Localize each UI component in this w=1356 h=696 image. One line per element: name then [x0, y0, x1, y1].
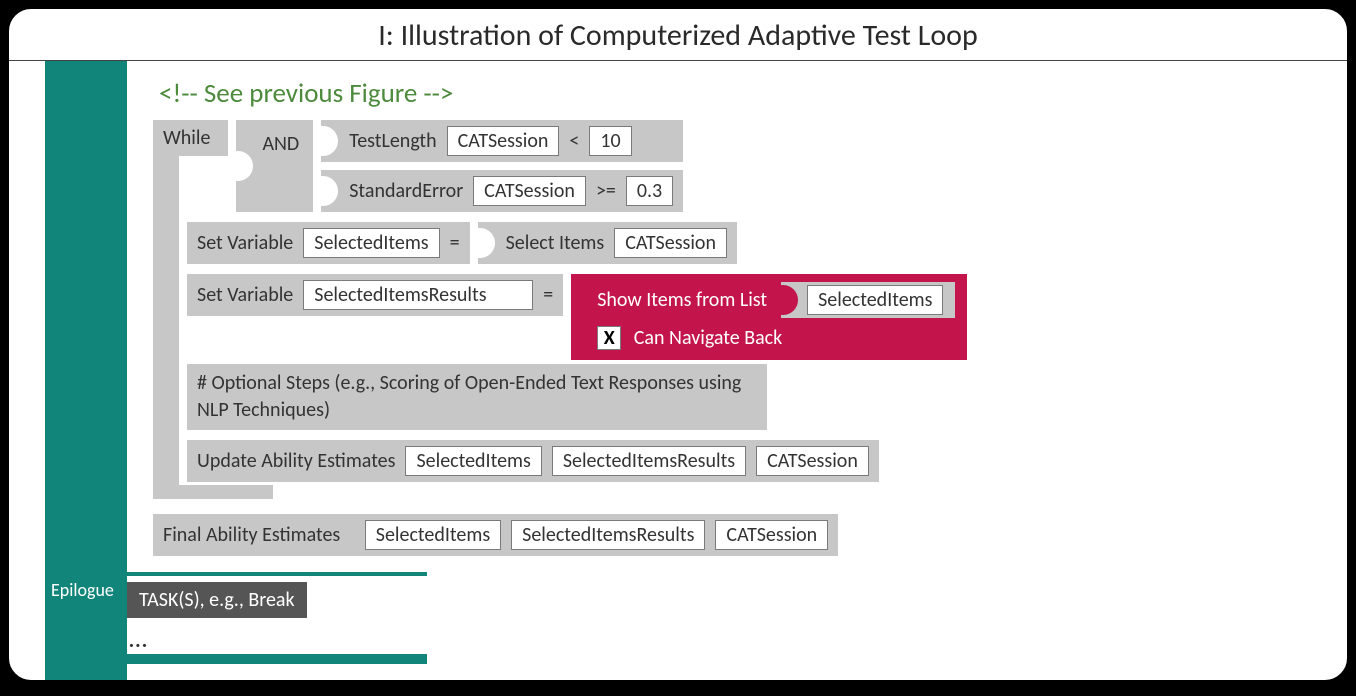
- setvar-label-1: Set Variable: [197, 231, 293, 255]
- optional-steps-block: # Optional Steps (e.g., Scoring of Open-…: [187, 364, 767, 430]
- can-navigate-row: X Can Navigate Back: [597, 326, 955, 350]
- val-03: 0.3: [626, 176, 673, 206]
- op-gte: >=: [596, 179, 616, 203]
- setvar-name-1: SelectedItems: [303, 228, 439, 258]
- setvar-name-2: SelectedItemsResults: [303, 280, 533, 310]
- val-10: 10: [589, 126, 631, 156]
- fn-standarderror: StandardError: [349, 179, 463, 203]
- set-results-row: Set Variable SelectedItemsResults = Show…: [187, 274, 1335, 360]
- setvar-block-2: Set Variable SelectedItemsResults =: [187, 274, 563, 316]
- condition-testlength: TestLength CATSession < 10: [321, 120, 683, 162]
- update-arg-b: SelectedItemsResults: [552, 446, 746, 476]
- diagram-frame: I: Illustration of Computerized Adaptive…: [7, 7, 1349, 682]
- fn-testlength: TestLength: [349, 129, 436, 153]
- setvar-label-2: Set Variable: [197, 283, 293, 307]
- final-arg-a: SelectedItems: [365, 520, 501, 550]
- select-items-label: Select Items: [506, 231, 605, 255]
- select-items-block: Select Items CATSession: [478, 222, 737, 264]
- op-lt: <: [569, 129, 579, 153]
- diagram-title: I: Illustration of Computerized Adaptive…: [9, 9, 1347, 61]
- epilogue-ellipsis: …: [127, 622, 1335, 654]
- while-keyword: While: [163, 126, 210, 150]
- set-selecteditems-row: Set Variable SelectedItems = Select Item…: [187, 222, 1335, 264]
- and-keyword: AND: [262, 132, 299, 156]
- eq-1: =: [450, 231, 460, 255]
- epilogue-task-row: TASK(S), e.g., Break: [127, 582, 1335, 618]
- epilogue-task: TASK(S), e.g., Break: [127, 582, 307, 618]
- checkbox-can-navigate[interactable]: X: [597, 326, 621, 350]
- update-label: Update Ability Estimates: [197, 449, 395, 473]
- show-items-block: Show Items from List SelectedItems X Can…: [571, 274, 967, 360]
- diagram-content: <!-- See previous Figure --> While AND T…: [153, 75, 1335, 664]
- while-row: While AND TestLength CATSession < 10 Sta…: [153, 120, 1335, 212]
- while-connector: [153, 129, 179, 485]
- setvar-block-1: Set Variable SelectedItems =: [187, 222, 470, 264]
- condition-standarderror: StandardError CATSession >= 0.3: [321, 170, 683, 212]
- final-row: Final Ability Estimates SelectedItems Se…: [153, 514, 1335, 556]
- can-navigate-label: Can Navigate Back: [634, 326, 782, 350]
- eq-2: =: [543, 283, 553, 307]
- conditions-stack: TestLength CATSession < 10 StandardError…: [321, 120, 683, 212]
- final-label: Final Ability Estimates: [163, 523, 340, 547]
- divider-teal: [127, 572, 427, 576]
- update-arg-c: CATSession: [756, 446, 869, 476]
- arg-catsession-1: CATSession: [447, 126, 560, 156]
- final-block: Final Ability Estimates SelectedItems Se…: [153, 514, 838, 556]
- update-row: Update Ability Estimates SelectedItems S…: [187, 440, 1335, 482]
- final-arg-b: SelectedItemsResults: [511, 520, 705, 550]
- update-block: Update Ability Estimates SelectedItems S…: [187, 440, 879, 482]
- epilogue-tab: Epilogue: [45, 573, 127, 607]
- optional-row: # Optional Steps (e.g., Scoring of Open-…: [187, 364, 1335, 430]
- epilogue-underline: [127, 654, 427, 664]
- optional-steps-text: # Optional Steps (e.g., Scoring of Open-…: [197, 370, 757, 424]
- show-items-trail: SelectedItems: [781, 282, 955, 318]
- comment-line: <!-- See previous Figure -->: [153, 75, 1335, 120]
- update-arg-a: SelectedItems: [405, 446, 541, 476]
- diagram-canvas: <!-- See previous Figure --> While AND T…: [9, 61, 1347, 664]
- show-items-arg: SelectedItems: [807, 285, 943, 315]
- while-keyword-block: While: [153, 120, 228, 156]
- final-arg-c: CATSession: [715, 520, 828, 550]
- and-block: AND: [236, 120, 313, 212]
- show-items-row1: Show Items from List SelectedItems: [597, 282, 955, 318]
- show-items-label: Show Items from List: [597, 288, 767, 312]
- arg-catsession-2: CATSession: [473, 176, 586, 206]
- select-items-arg: CATSession: [614, 228, 727, 258]
